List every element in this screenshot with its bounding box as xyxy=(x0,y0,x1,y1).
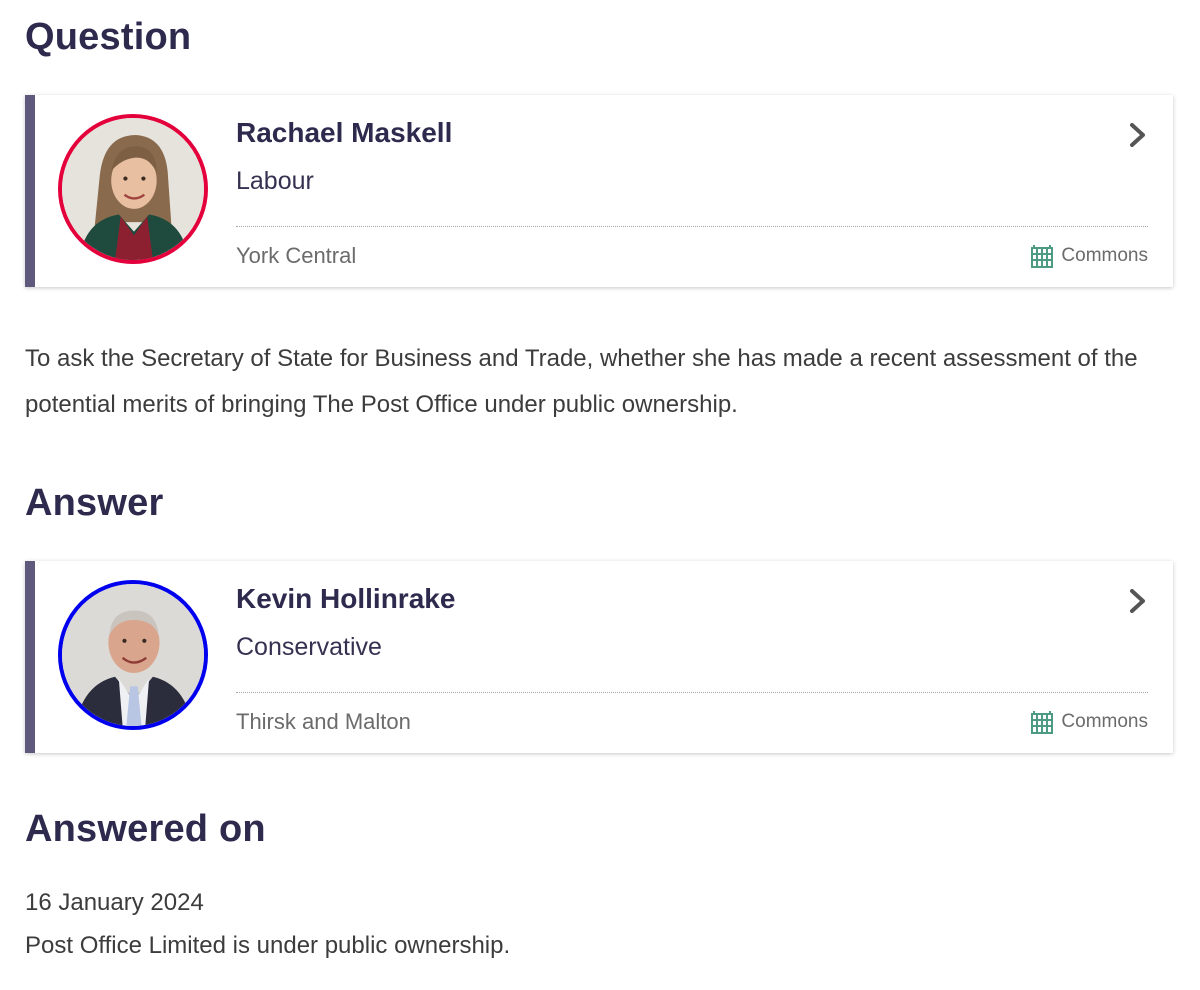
card-accent-bar xyxy=(25,95,35,287)
card-divider xyxy=(236,226,1148,227)
house-indicator: Commons xyxy=(1031,710,1148,734)
avatar xyxy=(58,114,208,264)
question-heading: Question xyxy=(25,16,192,58)
portcullis-icon xyxy=(1031,244,1054,268)
asking-member-card[interactable]: Rachael Maskell Labour York Central Comm… xyxy=(25,95,1173,287)
chevron-right-icon[interactable] xyxy=(1127,587,1149,615)
card-accent-bar xyxy=(25,561,35,753)
chevron-right-icon[interactable] xyxy=(1127,121,1149,149)
member-name[interactable]: Kevin Hollinrake xyxy=(236,583,455,615)
answered-date: 16 January 2024 xyxy=(25,889,204,916)
house-label: Commons xyxy=(1061,711,1148,732)
member-constituency: York Central xyxy=(236,243,357,268)
member-name[interactable]: Rachael Maskell xyxy=(236,117,452,149)
card-divider xyxy=(236,692,1148,693)
avatar xyxy=(58,580,208,730)
member-party: Labour xyxy=(236,167,314,195)
member-portrait xyxy=(62,118,204,260)
portcullis-icon xyxy=(1031,710,1054,734)
question-text: To ask the Secretary of State for Busine… xyxy=(25,345,1138,418)
member-party: Conservative xyxy=(236,633,382,661)
member-portrait xyxy=(62,584,204,726)
house-indicator: Commons xyxy=(1031,244,1148,268)
member-constituency: Thirsk and Malton xyxy=(236,709,411,734)
answer-text: Post Office Limited is under public owne… xyxy=(25,932,511,959)
answered-on-heading: Answered on xyxy=(25,808,266,850)
answering-member-card[interactable]: Kevin Hollinrake Conservative Thirsk and… xyxy=(25,561,1173,753)
answer-heading: Answer xyxy=(25,482,164,524)
house-label: Commons xyxy=(1061,245,1148,266)
